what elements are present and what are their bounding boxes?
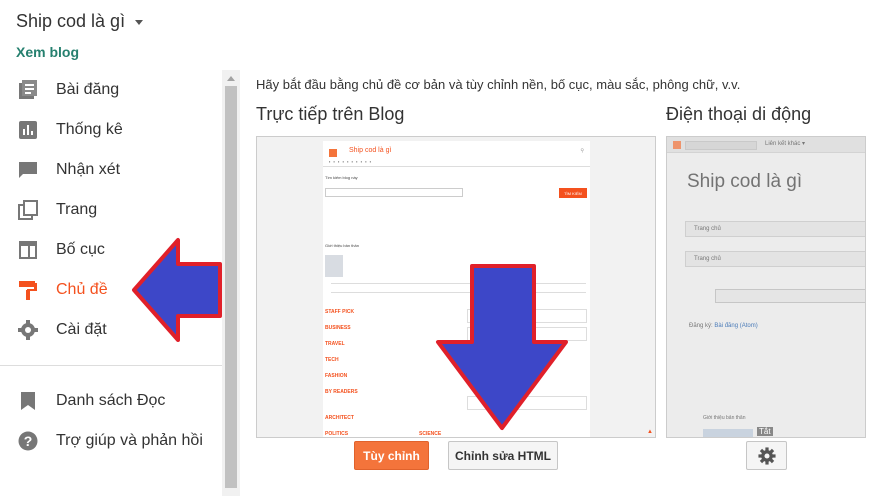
preview-widget-box bbox=[467, 396, 587, 410]
posts-icon bbox=[19, 80, 37, 99]
sidebar-item-label: Bài đăng bbox=[56, 81, 120, 98]
sidebar-item-label: Chủ đề bbox=[56, 281, 108, 298]
sidebar-item-help[interactable]: ? Trợ giúp và phản hồi bbox=[0, 421, 222, 461]
mobile-field bbox=[715, 289, 865, 303]
scroll-up-arrow-icon[interactable] bbox=[227, 76, 235, 81]
customize-button[interactable]: Tùy chỉnh bbox=[354, 441, 429, 470]
sidebar-item-label: Trang bbox=[56, 201, 98, 218]
preview-profile-image bbox=[325, 255, 343, 277]
preview-header: Ship cod là gì ⚲ ▪ ▪ ▪ ▪ ▪ ▪ ▪ ▪ ▪ ▪ bbox=[323, 141, 590, 167]
help-icon: ? bbox=[18, 431, 38, 451]
mobile-more-links: Liên kết khác ▾ bbox=[765, 141, 806, 147]
preview-search-label: Tìm kiếm blog này bbox=[325, 175, 358, 180]
sidebar-item-label: Danh sách Đọc bbox=[56, 392, 166, 409]
sidebar: Bài đăng Thống kê Nhận xét Trang Bố cục … bbox=[0, 70, 222, 496]
mobile-home-label: Trang chủ bbox=[694, 226, 721, 232]
stats-icon bbox=[19, 121, 37, 139]
mobile-atom-link: Bài đăng (Atom) bbox=[714, 323, 758, 329]
mobile-top-bar: Liên kết khác ▾ bbox=[667, 137, 865, 153]
pages-icon bbox=[18, 200, 38, 220]
preview-category: SCIENCE bbox=[419, 431, 442, 437]
blogger-theme-page: Ship cod là gì Xem blog Bài đăng Thống k… bbox=[0, 0, 873, 496]
preview-search-input bbox=[325, 188, 463, 197]
sidebar-item-reading-list[interactable]: Danh sách Đọc bbox=[0, 381, 222, 421]
sidebar-scrollbar[interactable] bbox=[222, 70, 240, 496]
theme-roller-icon bbox=[19, 281, 37, 300]
edit-html-button[interactable]: Chỉnh sửa HTML bbox=[448, 441, 558, 470]
preview-text-lines bbox=[331, 283, 586, 293]
live-on-blog-title: Trực tiếp trên Blog bbox=[256, 104, 405, 124]
blog-title: Ship cod là gì bbox=[16, 11, 126, 31]
sidebar-item-layout[interactable]: Bố cục bbox=[0, 230, 222, 270]
preview-category: TECH bbox=[325, 357, 339, 363]
preview-category: ARCHITECT bbox=[325, 415, 354, 421]
mobile-close-label: Tắt bbox=[757, 427, 773, 436]
blogger-logo-icon bbox=[329, 149, 337, 157]
mobile-title: Điện thoại di động bbox=[666, 104, 812, 124]
mobile-preview[interactable]: Liên kết khác ▾ Ship cod là gì Trang chủ… bbox=[666, 136, 866, 438]
sidebar-item-theme[interactable]: Chủ đề bbox=[0, 270, 222, 310]
mobile-profile-label: Giới thiệu bản thân bbox=[703, 415, 746, 421]
bookmark-icon bbox=[21, 392, 35, 410]
preview-blog-name: Ship cod là gì bbox=[349, 147, 392, 154]
preview-widget-box bbox=[467, 327, 587, 341]
mobile-home-band: Trang chủ bbox=[685, 251, 865, 267]
caret-down-icon bbox=[135, 20, 144, 25]
preview-widget-box bbox=[467, 309, 587, 323]
svg-text:?: ? bbox=[24, 433, 33, 449]
live-blog-preview[interactable]: Ship cod là gì ⚲ ▪ ▪ ▪ ▪ ▪ ▪ ▪ ▪ ▪ ▪ Tìm… bbox=[256, 136, 656, 438]
mobile-blog-name: Ship cod là gì bbox=[687, 171, 803, 192]
gear-icon bbox=[757, 446, 776, 465]
preview-category: FASHION bbox=[325, 373, 348, 379]
preview-search-icon: ⚲ bbox=[580, 148, 584, 154]
preview-category: STAFF PICK bbox=[325, 309, 355, 315]
sidebar-item-comments[interactable]: Nhận xét bbox=[0, 150, 222, 190]
sidebar-item-label: Nhận xét bbox=[56, 161, 121, 178]
sidebar-item-label: Thống kê bbox=[56, 121, 123, 138]
gear-icon bbox=[18, 320, 38, 340]
mobile-search-box bbox=[685, 141, 757, 150]
scroll-thumb[interactable] bbox=[225, 86, 237, 488]
sidebar-item-pages[interactable]: Trang bbox=[0, 190, 222, 230]
preview-page: Ship cod là gì ⚲ ▪ ▪ ▪ ▪ ▪ ▪ ▪ ▪ ▪ ▪ Tìm… bbox=[323, 141, 590, 437]
preview-search-button: TÌM KIẾM bbox=[559, 188, 587, 198]
mobile-profile-image bbox=[703, 429, 753, 437]
layout-icon bbox=[19, 241, 37, 259]
view-blog-link[interactable]: Xem blog bbox=[16, 44, 79, 60]
mobile-settings-button[interactable] bbox=[746, 441, 787, 470]
sidebar-item-label: Cài đặt bbox=[56, 321, 107, 338]
preview-category: BUSINESS bbox=[325, 325, 351, 331]
blogger-logo-icon bbox=[673, 141, 681, 149]
sidebar-item-settings[interactable]: Cài đặt bbox=[0, 310, 222, 350]
sidebar-item-label: Trợ giúp và phản hồi bbox=[56, 432, 203, 449]
sidebar-item-stats[interactable]: Thống kê bbox=[0, 110, 222, 150]
preview-category: POLITICS bbox=[325, 431, 349, 437]
preview-category: TRAVEL bbox=[325, 341, 345, 347]
mobile-home-band: Trang chủ bbox=[685, 221, 865, 237]
mobile-subscribe-text: Đăng ký: bbox=[689, 323, 715, 329]
preview-category: BY READERS bbox=[325, 389, 358, 395]
mobile-subscribe-line: Đăng ký: Bài đăng (Atom) bbox=[689, 323, 758, 329]
theme-intro-text: Hãy bắt đầu bằng chủ đề cơ bản và tùy ch… bbox=[256, 77, 741, 92]
preview-about-label: Giới thiệu bản thân bbox=[325, 243, 359, 248]
mobile-home-label: Trang chủ bbox=[694, 256, 721, 262]
sidebar-item-posts[interactable]: Bài đăng bbox=[0, 70, 222, 110]
comments-icon bbox=[19, 162, 37, 178]
preview-nav-bar: ▪ ▪ ▪ ▪ ▪ ▪ ▪ ▪ ▪ ▪ bbox=[329, 159, 373, 164]
blog-selector[interactable]: Ship cod là gì bbox=[16, 11, 144, 32]
sidebar-item-label: Bố cục bbox=[56, 241, 105, 258]
sidebar-divider bbox=[0, 365, 222, 366]
back-to-top-icon: ▲ bbox=[647, 429, 653, 435]
